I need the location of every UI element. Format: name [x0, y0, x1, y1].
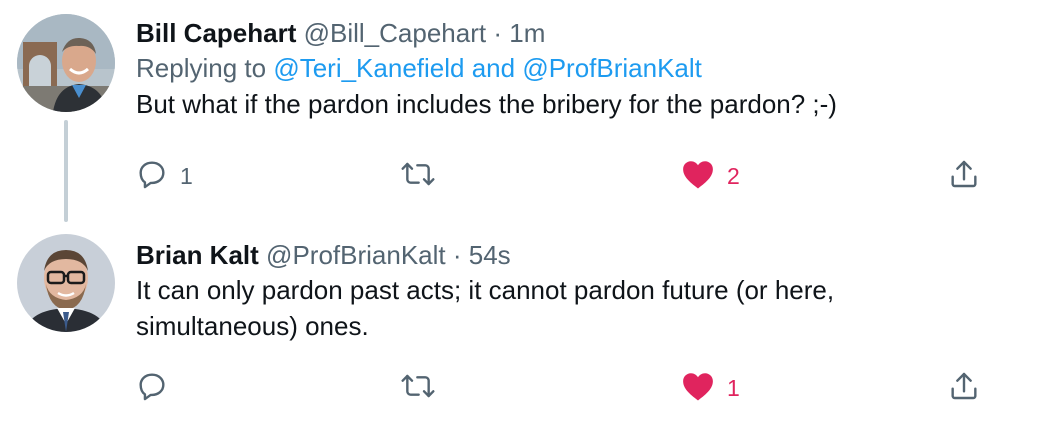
- mention-conjunction[interactable]: and: [464, 53, 522, 83]
- action-bar: 1 2: [136, 156, 996, 196]
- heart-icon: [681, 370, 715, 407]
- tweet-header: Brian Kalt @ProfBrianKalt · 54s: [136, 238, 1040, 272]
- tweet-text: It can only pardon past acts; it cannot …: [136, 272, 1040, 344]
- display-name[interactable]: Brian Kalt: [136, 240, 259, 270]
- tweet-header: Bill Capehart @Bill_Capehart · 1m: [136, 16, 1040, 50]
- retweet-button[interactable]: [400, 368, 448, 408]
- separator-dot: ·: [493, 18, 502, 48]
- like-count: 2: [727, 162, 740, 189]
- reply-button[interactable]: 1: [136, 156, 193, 196]
- timestamp[interactable]: 54s: [469, 240, 511, 270]
- action-bar: 1: [136, 368, 996, 408]
- tweet-text: But what if the pardon includes the brib…: [136, 86, 1040, 122]
- like-count: 1: [727, 374, 740, 401]
- retweet-arrows-icon: [400, 158, 436, 195]
- timestamp[interactable]: 1m: [509, 18, 545, 48]
- reply-button[interactable]: [136, 368, 180, 408]
- retweet-button[interactable]: [400, 156, 448, 196]
- share-upload-icon: [948, 369, 980, 408]
- display-name[interactable]: Bill Capehart: [136, 18, 296, 48]
- mention-link[interactable]: @ProfBrianKalt: [522, 53, 702, 83]
- avatar[interactable]: [17, 234, 115, 332]
- like-button[interactable]: 1: [681, 368, 740, 408]
- tweet-text-line: It can only pardon past acts; it cannot …: [136, 275, 835, 305]
- tweet-text-line: simultaneous) ones.: [136, 311, 369, 341]
- avatar[interactable]: [17, 14, 115, 112]
- handle[interactable]: @ProfBrianKalt: [266, 240, 446, 270]
- like-button[interactable]: 2: [681, 156, 740, 196]
- share-button[interactable]: [948, 156, 980, 196]
- replying-to-label: Replying to: [136, 53, 274, 83]
- tweet[interactable]: Bill Capehart @Bill_Capehart · 1m Replyi…: [0, 0, 1060, 222]
- separator-dot: ·: [452, 240, 462, 270]
- tweet-content: Bill Capehart @Bill_Capehart · 1m Replyi…: [136, 16, 1040, 122]
- retweet-arrows-icon: [400, 370, 436, 407]
- tweet-text-line: But what if the pardon includes the brib…: [136, 89, 837, 119]
- share-upload-icon: [948, 157, 980, 196]
- mention-link[interactable]: @Teri_Kanefield: [273, 53, 464, 83]
- handle[interactable]: @Bill_Capehart: [304, 18, 486, 48]
- speech-bubble-icon: [136, 158, 168, 195]
- reply-count: 1: [180, 162, 193, 189]
- heart-icon: [681, 158, 715, 195]
- share-button[interactable]: [948, 368, 980, 408]
- tweet-content: Brian Kalt @ProfBrianKalt · 54s It can o…: [136, 238, 1040, 344]
- speech-bubble-icon: [136, 370, 168, 407]
- thread-connector-line: [64, 120, 68, 222]
- replying-to: Replying to @Teri_Kanefield and @ProfBri…: [136, 50, 1040, 86]
- tweet[interactable]: Brian Kalt @ProfBrianKalt · 54s It can o…: [0, 218, 1060, 424]
